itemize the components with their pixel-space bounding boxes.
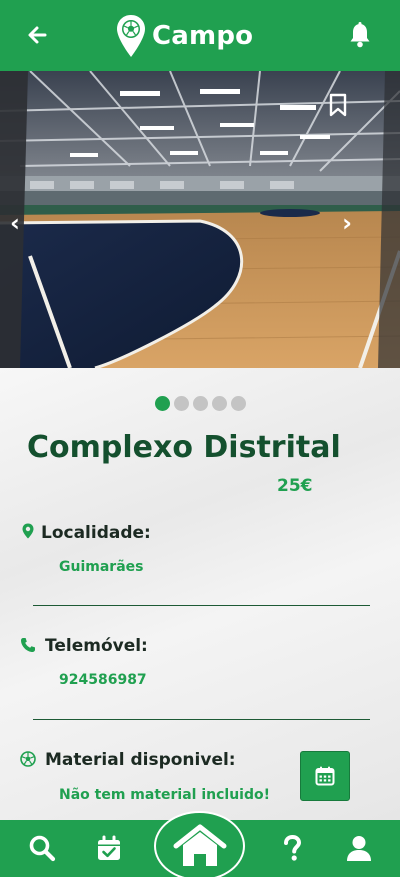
carousel-dot[interactable] bbox=[231, 396, 246, 411]
carousel-dot[interactable] bbox=[155, 396, 170, 411]
book-calendar-button[interactable] bbox=[300, 751, 350, 801]
calendar-check-icon[interactable] bbox=[95, 834, 123, 862]
material-value: Não tem material incluido! bbox=[59, 787, 271, 803]
venue-name: Complexo Distrital bbox=[27, 430, 341, 465]
carousel-dot[interactable] bbox=[193, 396, 208, 411]
home-button[interactable] bbox=[154, 811, 245, 877]
home-icon bbox=[173, 824, 226, 866]
carousel-indicator bbox=[155, 396, 246, 411]
divider bbox=[33, 605, 370, 606]
app-header: Campo bbox=[0, 0, 400, 71]
carousel-prev-button[interactable]: ‹ bbox=[10, 209, 20, 237]
app-title: Campo bbox=[152, 21, 254, 51]
locality-label: Localidade: bbox=[41, 523, 151, 543]
search-icon[interactable] bbox=[28, 834, 56, 862]
carousel-dot[interactable] bbox=[212, 396, 227, 411]
phone-icon bbox=[21, 638, 35, 652]
ball-pin-logo-icon bbox=[117, 15, 145, 57]
venue-photo-carousel: ‹ › bbox=[0, 71, 400, 368]
carousel-dot[interactable] bbox=[174, 396, 189, 411]
calendar-icon bbox=[315, 766, 335, 786]
divider bbox=[33, 719, 370, 720]
locality-value: Guimarães bbox=[59, 559, 144, 575]
phone-label: Telemóvel: bbox=[45, 636, 148, 656]
bottom-navigation bbox=[0, 811, 400, 877]
carousel-next-button[interactable]: › bbox=[342, 209, 352, 237]
user-icon[interactable] bbox=[345, 834, 373, 862]
phone-value: 924586987 bbox=[59, 672, 147, 688]
material-label: Material disponivel: bbox=[45, 750, 236, 770]
venue-details: Complexo Distrital 25€ Localidade: Guima… bbox=[0, 368, 400, 820]
venue-price: 25€ bbox=[277, 476, 313, 496]
soccer-ball-icon bbox=[20, 751, 36, 767]
app-brand: Campo bbox=[116, 14, 253, 58]
back-arrow-icon[interactable] bbox=[26, 24, 48, 46]
bookmark-icon[interactable] bbox=[328, 93, 348, 117]
bell-icon[interactable] bbox=[348, 22, 372, 48]
map-pin-icon bbox=[22, 523, 34, 539]
question-icon[interactable] bbox=[278, 834, 306, 862]
